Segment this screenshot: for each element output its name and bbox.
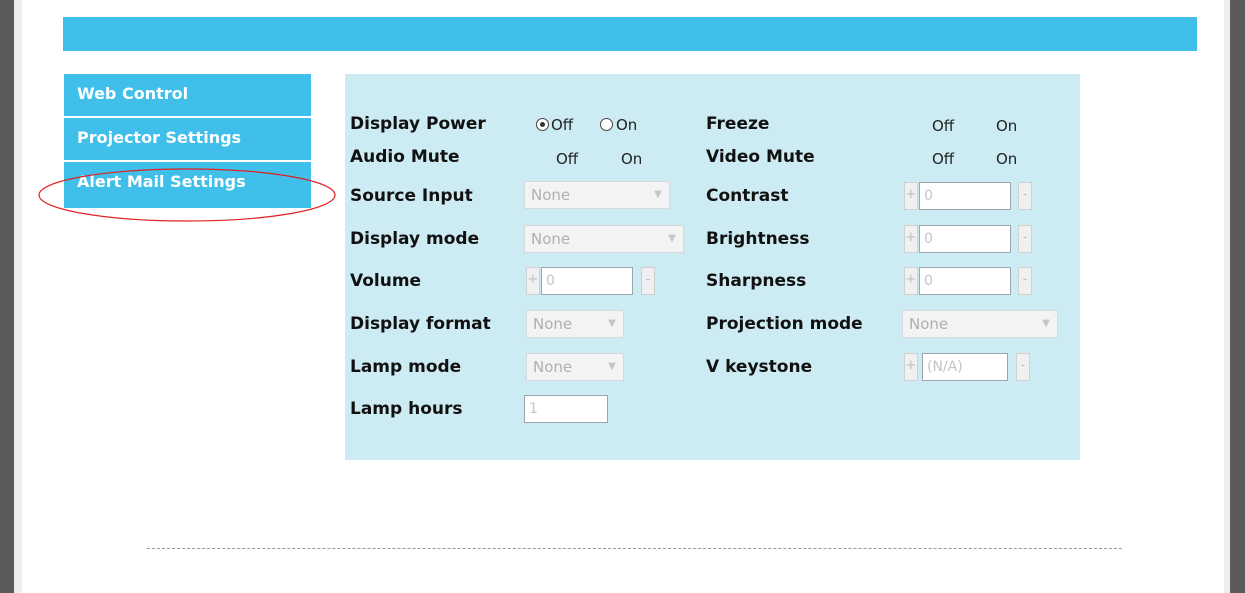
source-input-select[interactable]: None ▼	[524, 181, 670, 209]
video-mute-label: Video Mute	[706, 147, 815, 167]
projection-mode-value: None	[909, 315, 949, 333]
display-format-value: None	[533, 315, 573, 333]
header-bar	[63, 17, 1197, 51]
volume-minus-button[interactable]: -	[641, 267, 655, 295]
chevron-down-icon: ▼	[608, 318, 616, 329]
contrast-label: Contrast	[706, 186, 789, 206]
display-power-label: Display Power	[350, 114, 486, 134]
chevron-down-icon: ▼	[1042, 318, 1050, 329]
menu-item-web-control[interactable]: Web Control	[64, 74, 311, 118]
v-keystone-label: V keystone	[706, 357, 813, 377]
brightness-label: Brightness	[706, 229, 810, 249]
chevron-down-icon: ▼	[654, 189, 662, 200]
projection-mode-select[interactable]: None ▼	[902, 310, 1058, 338]
menu-item-label: Projector Settings	[77, 128, 242, 147]
display-power-on-label: On	[616, 116, 638, 134]
menu-item-alert-mail-settings[interactable]: Alert Mail Settings	[64, 162, 311, 210]
display-mode-label: Display mode	[350, 229, 480, 249]
audio-mute-label: Audio Mute	[350, 147, 460, 167]
display-mode-value: None	[531, 230, 571, 248]
menu-item-label: Alert Mail Settings	[77, 172, 246, 191]
audio-mute-on-button[interactable]: On	[621, 150, 642, 168]
display-power-off-radio[interactable]	[536, 118, 549, 131]
lamp-hours-input[interactable]: 1	[524, 395, 608, 423]
contrast-plus-button[interactable]: +	[904, 182, 918, 210]
v-keystone-input[interactable]: (N/A)	[922, 353, 1008, 381]
contrast-input[interactable]: 0	[919, 182, 1011, 210]
sharpness-label: Sharpness	[706, 271, 807, 291]
display-format-label: Display format	[350, 314, 491, 334]
v-keystone-plus-button[interactable]: +	[904, 353, 918, 381]
menu-item-label: Web Control	[77, 84, 189, 103]
volume-input[interactable]: 0	[541, 267, 633, 295]
freeze-off-button[interactable]: Off	[932, 117, 954, 135]
display-power-off-label: Off	[551, 116, 574, 134]
audio-mute-off-button[interactable]: Off	[556, 150, 578, 168]
freeze-label: Freeze	[706, 114, 770, 134]
menu-item-projector-settings[interactable]: Projector Settings	[64, 118, 311, 162]
lamp-hours-label: Lamp hours	[350, 399, 463, 419]
display-mode-select[interactable]: None ▼	[524, 225, 684, 253]
window-frame-right	[1230, 0, 1245, 593]
lamp-mode-select[interactable]: None ▼	[526, 353, 624, 381]
chevron-down-icon: ▼	[608, 361, 616, 372]
sharpness-input[interactable]: 0	[919, 267, 1011, 295]
display-power-on-radio[interactable]	[600, 118, 613, 131]
lamp-mode-value: None	[533, 358, 573, 376]
sidebar-menu: Web Control Projector Settings Alert Mai…	[64, 74, 311, 210]
lamp-mode-label: Lamp mode	[350, 357, 462, 377]
source-input-label: Source Input	[350, 186, 473, 206]
sharpness-plus-button[interactable]: +	[904, 267, 918, 295]
brightness-plus-button[interactable]: +	[904, 225, 918, 253]
window-frame-left	[0, 0, 14, 593]
video-mute-on-button[interactable]: On	[996, 150, 1017, 168]
brightness-input[interactable]: 0	[919, 225, 1011, 253]
brightness-minus-button[interactable]: -	[1018, 225, 1032, 253]
contrast-minus-button[interactable]: -	[1018, 182, 1032, 210]
volume-label: Volume	[350, 271, 422, 291]
source-input-value: None	[531, 186, 571, 204]
window-frame-left-inner	[14, 0, 22, 593]
display-format-select[interactable]: None ▼	[526, 310, 624, 338]
video-mute-off-button[interactable]: Off	[932, 150, 954, 168]
chevron-down-icon: ▼	[668, 233, 676, 244]
footer-divider	[147, 548, 1122, 549]
sharpness-minus-button[interactable]: -	[1018, 267, 1032, 295]
v-keystone-minus-button[interactable]: -	[1016, 353, 1030, 381]
freeze-on-button[interactable]: On	[996, 117, 1017, 135]
volume-plus-button[interactable]: +	[526, 267, 540, 295]
projection-mode-label: Projection mode	[706, 314, 863, 334]
